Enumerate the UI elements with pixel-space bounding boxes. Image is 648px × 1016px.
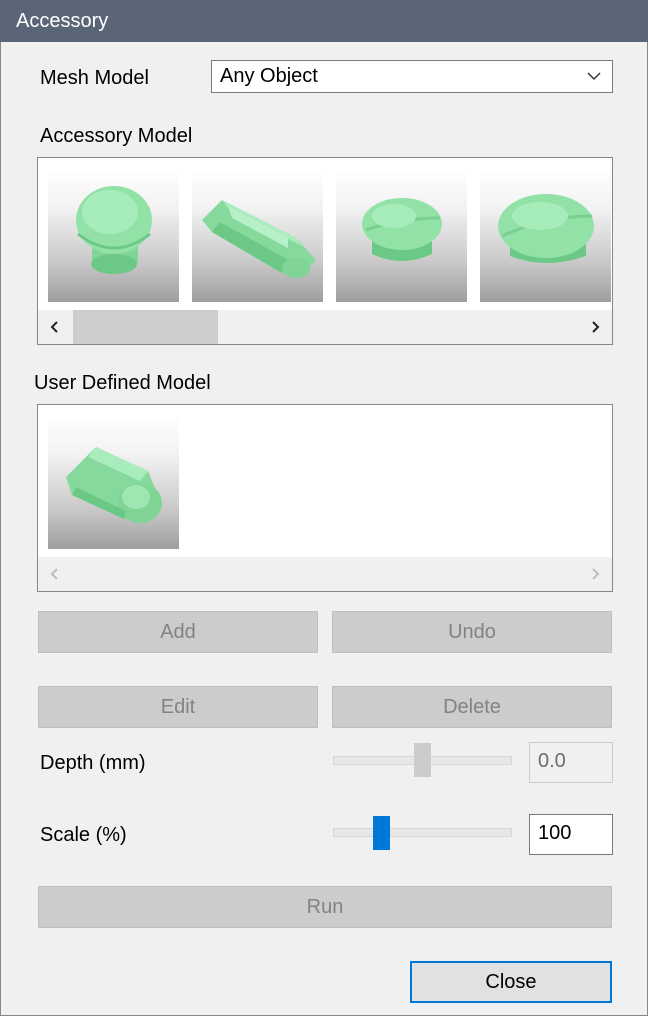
accessory-thumb-split-oval-cap[interactable] [480, 168, 611, 302]
accessory-model-gallery [37, 157, 613, 345]
depth-label: Depth (mm) [40, 752, 146, 774]
scale-label: Scale (%) [40, 824, 127, 846]
edit-button[interactable]: Edit [38, 686, 318, 728]
user-thumb-rounded-block[interactable] [48, 415, 179, 549]
split-round-cap-model-icon [362, 198, 442, 261]
scale-slider-track[interactable] [333, 828, 512, 837]
accessory-scroll-thumb[interactable] [73, 310, 218, 344]
chevron-right-icon[interactable] [578, 557, 612, 591]
user-defined-model-label: User Defined Model [34, 372, 211, 394]
user-defined-horizontal-scrollbar[interactable] [38, 557, 612, 591]
add-button[interactable]: Add [38, 611, 318, 653]
scale-slider-thumb[interactable] [373, 816, 390, 850]
round-cap-model-icon [76, 186, 152, 274]
window-titlebar[interactable]: Accessory [0, 0, 648, 42]
depth-slider-thumb[interactable] [414, 743, 431, 777]
mesh-model-selected-value: Any Object [220, 65, 318, 87]
accessory-model-label: Accessory Model [40, 125, 193, 147]
delete-button[interactable]: Delete [332, 686, 612, 728]
rounded-block-model-icon [66, 447, 162, 523]
depth-value-field[interactable]: 0.0 [529, 742, 613, 783]
chevron-down-icon [586, 61, 602, 92]
accessory-horizontal-scrollbar[interactable] [38, 310, 612, 344]
close-button[interactable]: Close [410, 961, 612, 1003]
scale-value-field[interactable]: 100 [529, 814, 613, 855]
mesh-model-label: Mesh Model [40, 67, 149, 89]
split-oval-cap-model-icon [498, 194, 594, 263]
chevron-left-icon[interactable] [38, 557, 72, 591]
mesh-model-dropdown[interactable]: Any Object [211, 60, 613, 93]
chevron-right-icon[interactable] [578, 310, 612, 344]
run-button[interactable]: Run [38, 886, 612, 928]
chevron-left-icon[interactable] [38, 310, 72, 344]
handle-bar-model-icon [202, 200, 316, 278]
undo-button[interactable]: Undo [332, 611, 612, 653]
accessory-thumb-handle-bar[interactable] [192, 168, 323, 302]
accessory-thumb-round-cap[interactable] [48, 168, 179, 302]
user-defined-model-gallery [37, 404, 613, 592]
window-title: Accessory [16, 10, 109, 32]
accessory-thumb-split-round-cap[interactable] [336, 168, 467, 302]
